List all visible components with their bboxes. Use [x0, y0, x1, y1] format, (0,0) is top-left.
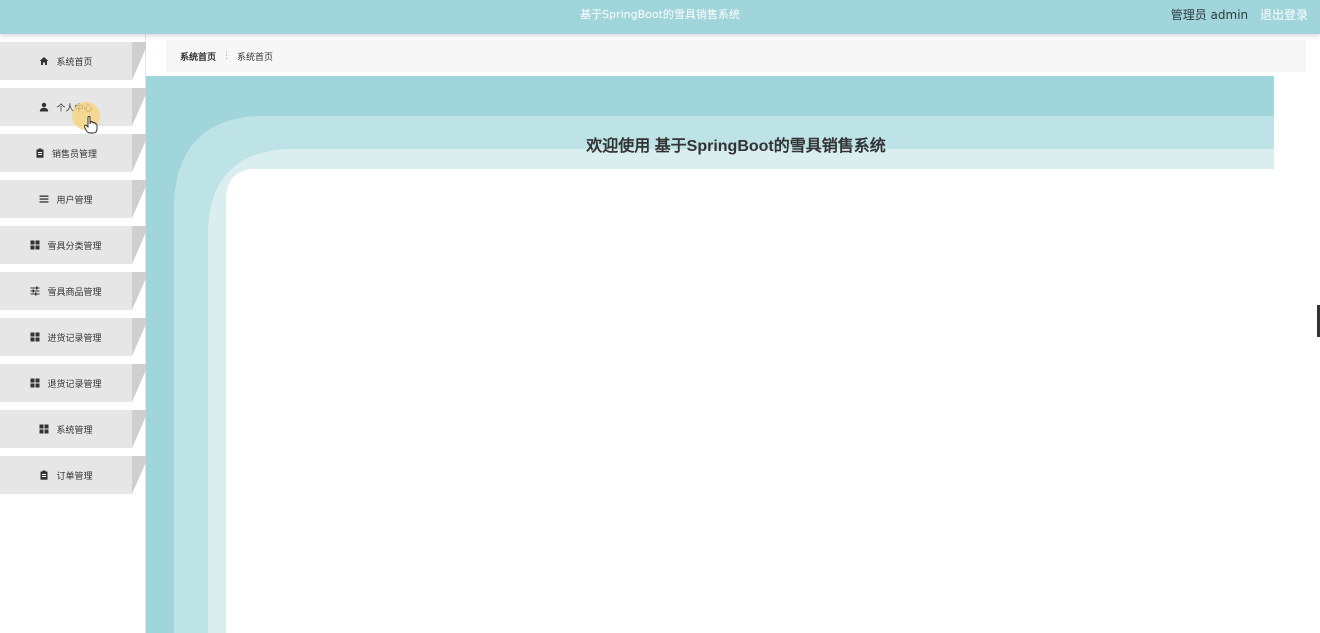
sidebar-item-label: 进货记录管理 — [47, 333, 102, 344]
sidebar-item-label: 订单管理 — [56, 471, 93, 482]
sidebar-item-4[interactable]: 用户管理 — [0, 180, 146, 218]
sidebar-item-10[interactable]: 订单管理 — [0, 456, 146, 494]
sidebar-item-6[interactable]: 雪具商品管理 — [0, 272, 146, 310]
user-area: 管理员 admin 退出登录 — [1171, 0, 1308, 30]
sidebar: 系统首页个人中心销售员管理用户管理雪具分类管理雪具商品管理进货记录管理退货记录管… — [0, 34, 146, 633]
sidebar-item-label: 系统首页 — [56, 57, 93, 68]
top-bar: 基于SpringBoot的雪具销售系统 管理员 admin 退出登录 — [0, 0, 1320, 34]
breadcrumb-home[interactable]: 系统首页 — [180, 50, 216, 63]
sliders-icon — [30, 286, 40, 296]
sidebar-item-9[interactable]: 系统管理 — [0, 410, 146, 448]
grid-icon — [39, 424, 49, 434]
breadcrumb-separator-icon: ⋮ — [222, 51, 232, 61]
sidebar-item-5[interactable]: 雪具分类管理 — [0, 226, 146, 264]
user-icon — [39, 102, 49, 112]
clipboard-icon — [35, 148, 45, 158]
breadcrumb: 系统首页 ⋮ 系统首页 — [166, 40, 1306, 72]
sidebar-item-label: 用户管理 — [56, 195, 93, 206]
app-title: 基于SpringBoot的雪具销售系统 — [580, 8, 740, 21]
grid-icon — [30, 378, 40, 388]
sidebar-item-label: 退货记录管理 — [47, 379, 102, 390]
sidebar-item-7[interactable]: 进货记录管理 — [0, 318, 146, 356]
home-icon — [39, 56, 49, 66]
sidebar-item-1[interactable]: 系统首页 — [0, 42, 146, 80]
welcome-heading: 欢迎使用 基于SpringBoot的雪具销售系统 — [586, 138, 886, 155]
list-icon — [39, 194, 49, 204]
sidebar-item-8[interactable]: 退货记录管理 — [0, 364, 146, 402]
user-name: 管理员 admin — [1170, 8, 1249, 22]
sidebar-item-label: 雪具分类管理 — [47, 241, 102, 252]
logout-link[interactable]: 退出登录 — [1260, 8, 1308, 22]
sidebar-item-label: 系统管理 — [56, 425, 93, 436]
sidebar-item-label: 雪具商品管理 — [47, 287, 102, 298]
hand-cursor-icon — [84, 116, 98, 134]
sidebar-item-3[interactable]: 销售员管理 — [0, 134, 146, 172]
breadcrumb-current: 系统首页 — [237, 52, 274, 63]
welcome-banner — [146, 76, 1274, 633]
grid-icon — [30, 332, 40, 342]
clipboard-icon — [39, 470, 49, 480]
sidebar-item-label: 销售员管理 — [51, 149, 97, 160]
grid-icon — [30, 240, 40, 250]
